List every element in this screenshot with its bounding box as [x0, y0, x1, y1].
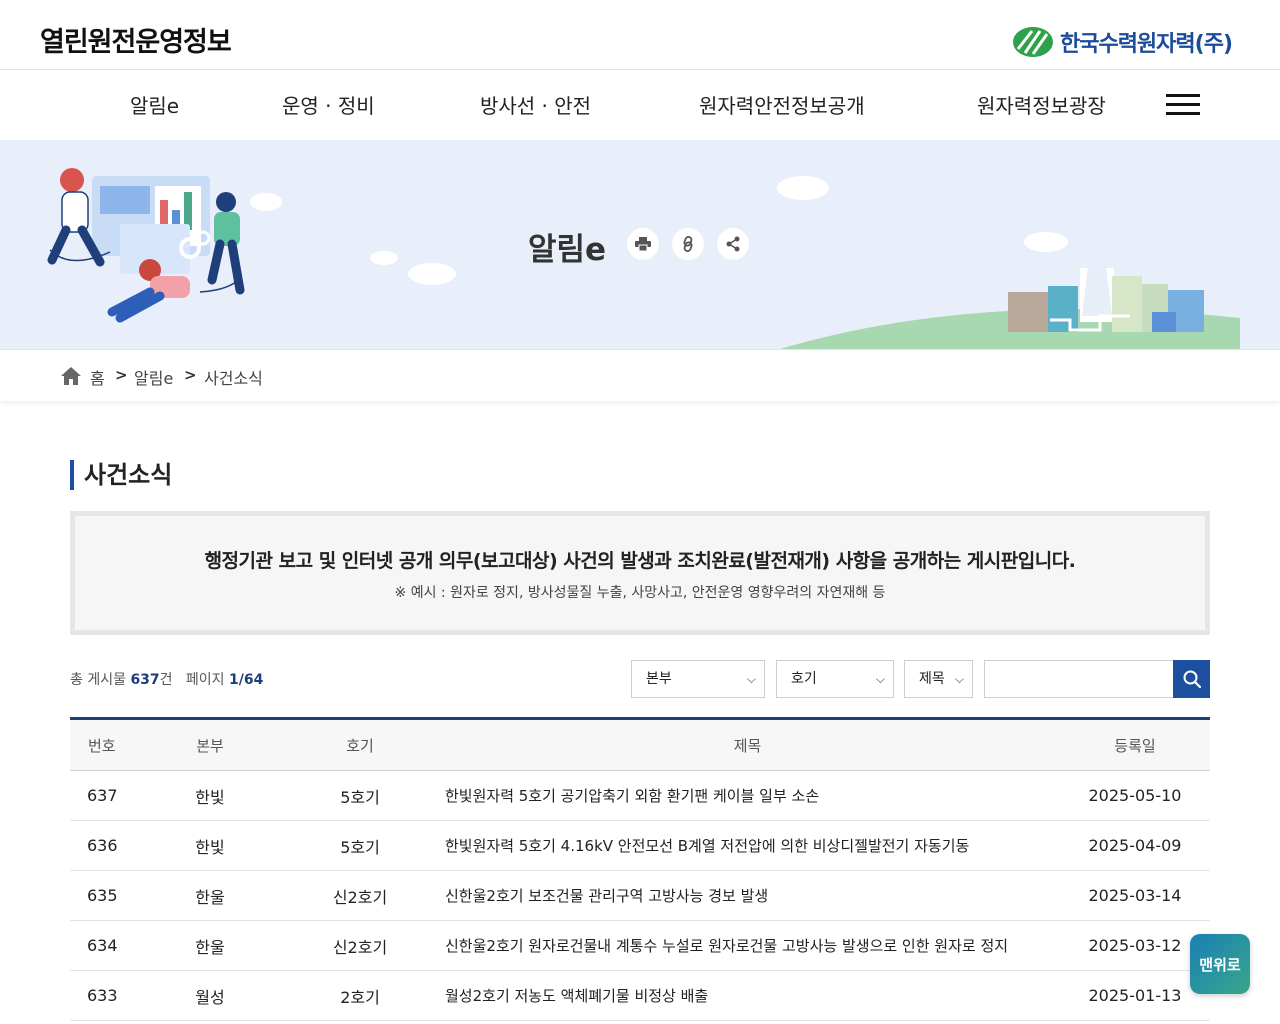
total-unit: 건	[159, 672, 173, 688]
page-indicator: 1/64	[229, 672, 264, 688]
table-row[interactable]: 634 한울 신2호기 신한울2호기 원자로건물내 계통수 누설로 원자로건물 …	[70, 921, 1210, 971]
nav-item-alrim[interactable]: 알림e	[130, 90, 179, 119]
share-icon[interactable]	[717, 228, 749, 260]
table-row[interactable]: 637 한빛 5호기 한빛원자력 5호기 공기압축기 외함 환기팬 케이블 일부…	[70, 771, 1210, 821]
total-count: 637	[130, 672, 160, 688]
chevron-down-icon: ⌵	[746, 672, 756, 686]
main-navigation: 알림e 운영 · 정비 방사선 · 안전 원자력안전정보공개 원자력정보광장	[0, 70, 1280, 140]
row-unit: 신2호기	[332, 887, 388, 907]
print-icon[interactable]	[627, 228, 659, 260]
row-no: 633	[87, 986, 118, 1005]
back-to-top-button[interactable]: 맨위로	[1190, 934, 1250, 994]
header-title: 제목	[733, 736, 762, 755]
breadcrumb-separator: >	[184, 366, 197, 384]
top-header: 열린원전운영정보 한국수력원자력(주)	[0, 0, 1280, 70]
header-date: 등록일	[1114, 736, 1156, 755]
row-no: 637	[87, 786, 118, 805]
row-title-link[interactable]: 한빛원자력 5호기 4.16kV 안전모선 B계열 저전압에 의한 비상디젤발전…	[435, 821, 1060, 871]
row-hq: 한빛	[195, 787, 225, 807]
unit-select-value: 호기	[791, 671, 817, 687]
hq-select[interactable]: 본부 ⌵	[631, 660, 765, 698]
nav-item-safety-disclosure[interactable]: 원자력안전정보공개	[699, 90, 865, 119]
row-title-link[interactable]: 한빛원자력 5호기 공기압축기 외함 환기팬 케이블 일부 소손	[435, 771, 1060, 821]
nav-item-info-plaza[interactable]: 원자력정보광장	[977, 90, 1106, 119]
hamburger-menu-icon[interactable]	[1166, 94, 1200, 116]
search-button[interactable]	[1173, 660, 1210, 698]
search-input[interactable]	[984, 660, 1174, 698]
page-label: 페이지	[185, 672, 225, 688]
row-date: 2025-05-10	[1088, 786, 1182, 805]
breadcrumb-home[interactable]: 홈	[90, 365, 105, 389]
row-date: 2025-03-14	[1088, 886, 1182, 905]
table-row[interactable]: 635 한울 신2호기 신한울2호기 보조건물 관리구역 고방사능 경보 발생 …	[70, 871, 1210, 921]
table-header-row: 번호 본부 호기 제목 등록일	[70, 718, 1210, 771]
search-field-select[interactable]: 제목 ⌵	[904, 660, 973, 698]
incident-board-table: 번호 본부 호기 제목 등록일 637 한빛 5호기 한빛원자력 5호기 공기압…	[70, 717, 1210, 1021]
breadcrumb-alrim[interactable]: 알림e	[134, 365, 173, 389]
chevron-down-icon: ⌵	[875, 672, 885, 686]
hq-select-value: 본부	[646, 671, 672, 687]
row-unit: 5호기	[340, 787, 380, 807]
breadcrumb-separator: >	[115, 366, 128, 384]
chevron-down-icon: ⌵	[954, 672, 964, 686]
khnp-logo[interactable]: 한국수력원자력(주)	[1012, 24, 1233, 60]
header-unit: 호기	[346, 736, 374, 755]
link-icon[interactable]	[672, 228, 704, 260]
banner-title: 알림e	[528, 232, 607, 268]
board-notice-box: 행정기관 보고 및 인터넷 공개 의무(보고대상) 사건의 발생과 조치완료(발…	[70, 511, 1210, 635]
header-no: 번호	[88, 736, 116, 755]
row-unit: 2호기	[340, 987, 380, 1007]
khnp-logo-mark-icon	[1012, 25, 1054, 59]
row-hq: 한울	[195, 937, 225, 957]
breadcrumb: 홈 > 알림e > 사건소식	[0, 349, 1280, 401]
khnp-logo-text: 한국수력원자력(주)	[1059, 32, 1233, 57]
header-hq: 본부	[196, 736, 224, 755]
site-title[interactable]: 열린원전운영정보	[40, 20, 232, 59]
page-banner: 알림e	[0, 140, 1280, 349]
page-title: 사건소식	[70, 460, 172, 490]
breadcrumb-current[interactable]: 사건소식	[204, 365, 263, 389]
nav-item-radiation-safety[interactable]: 방사선 · 안전	[480, 90, 591, 119]
row-title-link[interactable]: 월성2호기 저농도 액체폐기물 비정상 배출	[435, 971, 1060, 1021]
table-row[interactable]: 636 한빛 5호기 한빛원자력 5호기 4.16kV 안전모선 B계열 저전압…	[70, 821, 1210, 871]
row-date: 2025-03-12	[1088, 936, 1182, 955]
row-title-link[interactable]: 신한울2호기 보조건물 관리구역 고방사능 경보 발생	[435, 871, 1060, 921]
row-no: 636	[87, 836, 118, 855]
home-icon[interactable]	[60, 366, 82, 386]
row-title-link[interactable]: 신한울2호기 원자로건물내 계통수 누설로 원자로건물 고방사능 발생으로 인한…	[435, 921, 1060, 971]
board-count-info: 총 게시물 637건 페이지 1/64	[70, 669, 263, 689]
search-icon	[1183, 670, 1201, 688]
row-hq: 한울	[195, 887, 225, 907]
search-field-value: 제목	[919, 671, 945, 687]
row-hq: 한빛	[195, 837, 225, 857]
row-unit: 5호기	[340, 837, 380, 857]
row-no: 634	[87, 936, 118, 955]
row-no: 635	[87, 886, 118, 905]
unit-select[interactable]: 호기 ⌵	[776, 660, 894, 698]
row-hq: 월성	[195, 987, 225, 1007]
row-date: 2025-04-09	[1088, 836, 1182, 855]
table-row[interactable]: 633 월성 2호기 월성2호기 저농도 액체폐기물 비정상 배출 2025-0…	[70, 971, 1210, 1021]
total-label: 총 게시물	[70, 672, 126, 688]
nav-item-operation[interactable]: 운영 · 정비	[282, 90, 375, 119]
row-date: 2025-01-13	[1088, 986, 1182, 1005]
row-unit: 신2호기	[332, 937, 388, 957]
notice-sub-text: ※ 예시 : 원자로 정지, 방사성물질 누출, 사망사고, 안전운영 영향우려…	[394, 585, 886, 601]
notice-main-text: 행정기관 보고 및 인터넷 공개 의무(보고대상) 사건의 발생과 조치완료(발…	[204, 550, 1076, 572]
